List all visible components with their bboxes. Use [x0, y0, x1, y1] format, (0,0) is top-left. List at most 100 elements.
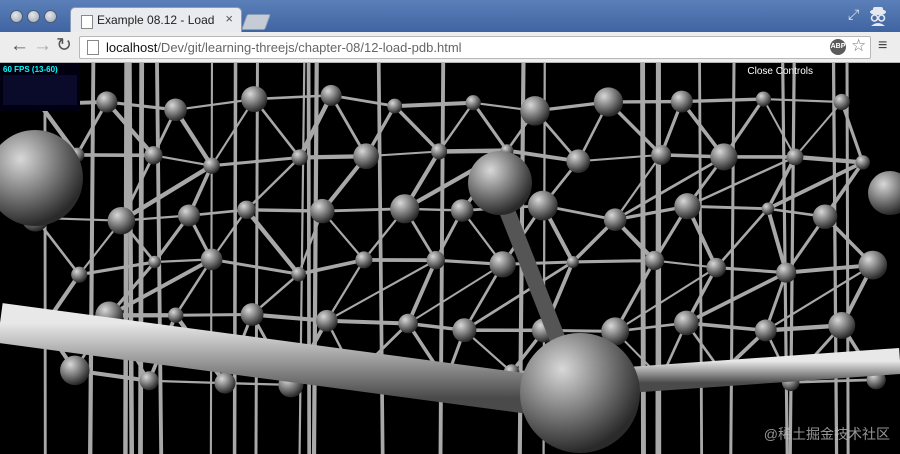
close-controls-button[interactable]: Close Controls	[747, 66, 813, 77]
bond	[729, 63, 736, 454]
bond	[831, 63, 839, 454]
molecule-scene[interactable]	[0, 63, 900, 454]
atom	[520, 96, 550, 126]
reload-icon[interactable]: ↻	[56, 36, 72, 56]
atom	[398, 313, 418, 334]
page-favicon-icon	[81, 15, 93, 29]
atom	[148, 255, 161, 269]
bond	[840, 100, 865, 164]
atom	[237, 200, 256, 220]
bond	[614, 153, 663, 221]
bond	[232, 63, 238, 454]
bond	[788, 63, 796, 454]
atom	[754, 319, 777, 342]
atom	[673, 310, 699, 336]
atom	[452, 318, 477, 343]
adblock-extension-icon[interactable]: ABP	[830, 39, 846, 55]
window-minimize-icon[interactable]	[27, 10, 40, 23]
bond	[762, 98, 797, 158]
bond	[577, 153, 663, 163]
bond	[210, 257, 301, 276]
atom	[139, 371, 159, 391]
atom	[812, 204, 838, 230]
browser-window: Example 08.12 - Load pdb × ⤢ ← → ↻ local…	[0, 0, 900, 454]
atom	[450, 199, 474, 222]
atom	[167, 307, 184, 323]
atom	[776, 262, 797, 283]
browser-toolbar: ← → ↻ localhost/Dev/git/learning-threejs…	[0, 32, 900, 63]
browser-tab[interactable]: Example 08.12 - Load pdb ×	[70, 7, 242, 34]
incognito-icon	[870, 7, 886, 26]
bond	[714, 207, 770, 269]
bond	[571, 258, 657, 264]
atom	[177, 204, 200, 227]
bond	[714, 266, 788, 275]
atom	[761, 202, 775, 215]
atom	[144, 146, 163, 165]
back-icon[interactable]: ←	[10, 36, 29, 56]
foreground-atom	[468, 151, 532, 215]
atom	[489, 251, 516, 278]
bond	[174, 313, 254, 317]
bond	[680, 97, 766, 104]
atom	[426, 250, 445, 270]
atom	[96, 91, 118, 113]
tab-close-icon[interactable]: ×	[225, 11, 233, 26]
atom	[107, 206, 136, 235]
url-text[interactable]: localhost/Dev/git/learning-threejs/chapt…	[106, 40, 462, 55]
atom	[786, 148, 804, 166]
page-icon	[87, 40, 99, 55]
forward-icon[interactable]: →	[33, 36, 52, 56]
window-zoom-icon[interactable]	[44, 10, 57, 23]
atom	[387, 98, 403, 114]
atom	[755, 91, 771, 107]
atom	[390, 194, 420, 224]
bond	[698, 63, 704, 454]
foreground-atom	[868, 171, 900, 215]
bond	[471, 101, 509, 153]
title-bar: Example 08.12 - Load pdb × ⤢	[0, 0, 900, 34]
new-tab-button[interactable]	[241, 14, 271, 30]
atom	[710, 143, 738, 171]
atom	[60, 355, 90, 386]
bond	[762, 97, 843, 104]
bond	[244, 207, 301, 277]
address-bar[interactable]: localhost/Dev/git/learning-threejs/chapt…	[79, 36, 871, 59]
bond	[306, 63, 312, 454]
atom	[603, 208, 627, 231]
atom	[291, 266, 306, 282]
atom	[203, 157, 220, 174]
atom	[828, 311, 856, 339]
atom	[674, 193, 701, 220]
window-close-icon[interactable]	[10, 10, 23, 23]
atom	[566, 255, 579, 268]
fullscreen-icon[interactable]: ⤢	[848, 6, 859, 23]
atom	[355, 251, 373, 269]
atom	[431, 143, 448, 160]
atom	[241, 86, 268, 113]
menu-icon[interactable]: ≡	[878, 36, 887, 56]
atom	[527, 190, 558, 221]
atom	[315, 309, 338, 332]
atom	[164, 98, 187, 122]
url-host: localhost	[106, 40, 158, 55]
bond	[324, 318, 411, 326]
bond	[792, 154, 865, 165]
bond	[686, 155, 797, 208]
atom	[855, 155, 870, 170]
atom	[644, 250, 665, 271]
atom	[320, 84, 342, 106]
url-path: /Dev/git/learning-threejs/chapter-08/12-…	[157, 40, 462, 55]
fps-stats-panel[interactable]: 60 FPS (13-60)	[0, 63, 80, 111]
atom	[858, 250, 888, 280]
bond	[640, 63, 646, 454]
bond	[392, 100, 476, 109]
atom	[670, 90, 693, 113]
star-icon[interactable]: ☆	[851, 36, 866, 56]
webgl-viewport[interactable]: 60 FPS (13-60) Close Controls @稀土掘金技术社区	[0, 63, 900, 454]
atom	[706, 257, 726, 278]
atom	[353, 143, 379, 170]
watermark: @稀土掘金技术社区	[763, 426, 890, 442]
atom	[71, 266, 88, 283]
foreground-atom	[520, 333, 640, 453]
